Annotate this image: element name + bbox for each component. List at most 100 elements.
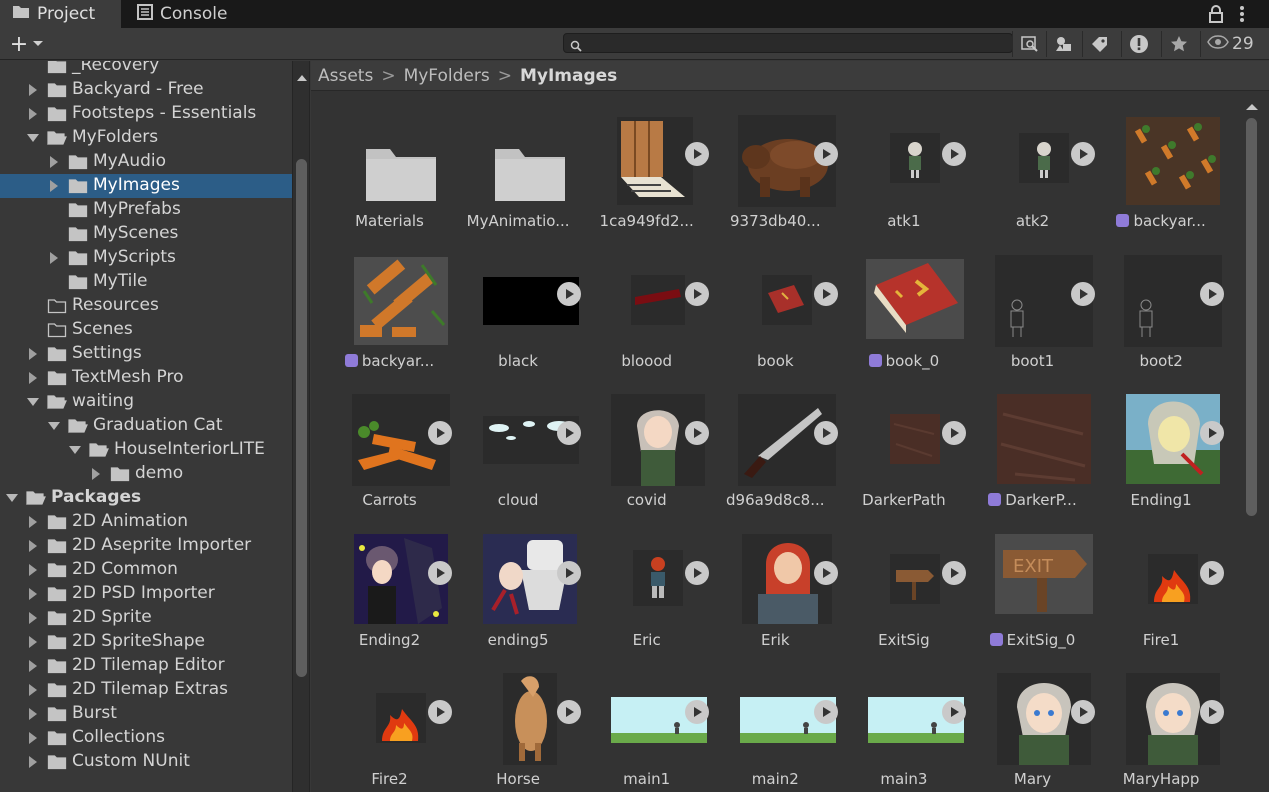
tree-item-packages[interactable]: Packages	[0, 486, 292, 510]
expand-sprites-play-icon[interactable]	[685, 560, 710, 585]
tree-item-backyard-free[interactable]: Backyard - Free	[0, 78, 292, 102]
expand-sprites-play-icon[interactable]	[1199, 560, 1224, 585]
tree-item-2d-spriteshape[interactable]: 2D SpriteShape	[0, 630, 292, 654]
filter-by-label-icon[interactable]	[1082, 31, 1116, 57]
scroll-up-arrow-icon[interactable]	[297, 67, 307, 86]
asset-tile[interactable]: Carrots	[325, 376, 454, 515]
asset-tile[interactable]: Fire2	[325, 655, 454, 792]
favorite-star-icon[interactable]	[1161, 31, 1195, 57]
expand-sprites-play-icon[interactable]	[428, 560, 452, 585]
tree-item-collections[interactable]: Collections	[0, 726, 292, 750]
collapsed-arrow-icon[interactable]	[27, 636, 39, 648]
collapsed-arrow-icon[interactable]	[27, 732, 39, 744]
expand-sprites-play-icon[interactable]	[813, 281, 838, 306]
asset-tile[interactable]: Ending2	[325, 516, 454, 655]
asset-tile[interactable]: ending5	[454, 516, 583, 655]
asset-tile[interactable]: EXIT ExitSig_0	[968, 516, 1097, 655]
collapsed-arrow-icon[interactable]	[48, 180, 60, 192]
asset-tile[interactable]: DarkerP...	[968, 376, 1097, 515]
breadcrumb-myfolders[interactable]: MyFolders	[404, 66, 490, 86]
collapsed-arrow-icon[interactable]	[27, 660, 39, 672]
asset-tile[interactable]: Mary	[968, 655, 1097, 792]
collapsed-arrow-icon[interactable]	[27, 348, 39, 360]
asset-tile[interactable]: Horse	[454, 655, 583, 792]
tree-item-scenes[interactable]: Scenes	[0, 318, 292, 342]
tree-item-2d-animation[interactable]: 2D Animation	[0, 510, 292, 534]
scrollbar-thumb[interactable]	[1246, 118, 1257, 516]
expand-sprites-play-icon[interactable]	[685, 281, 710, 306]
collapsed-arrow-icon[interactable]	[27, 684, 39, 696]
more-options-icon[interactable]	[1232, 3, 1252, 25]
expand-sprites-play-icon[interactable]	[685, 142, 710, 166]
expand-sprites-play-icon[interactable]	[556, 700, 581, 725]
tree-item-myscenes[interactable]: MyScenes	[0, 222, 292, 246]
folder-tree-scrollbar[interactable]	[292, 61, 310, 792]
asset-tile[interactable]: main3	[839, 655, 968, 792]
asset-tile[interactable]: Fire1	[1097, 516, 1226, 655]
tree-item-2d-common[interactable]: 2D Common	[0, 558, 292, 582]
asset-tile[interactable]: main1	[582, 655, 711, 792]
asset-tile[interactable]: book	[711, 237, 840, 376]
collapsed-arrow-icon[interactable]	[48, 156, 60, 168]
asset-tile[interactable]: cloud	[454, 376, 583, 515]
asset-tile[interactable]: atk2	[968, 97, 1097, 236]
collapsed-arrow-icon[interactable]	[27, 588, 39, 600]
tree-item-2d-psd-importer[interactable]: 2D PSD Importer	[0, 582, 292, 606]
asset-tile[interactable]: covid	[582, 376, 711, 515]
asset-tile[interactable]: black	[454, 237, 583, 376]
expanded-arrow-icon[interactable]	[48, 420, 60, 432]
tree-item-houseinteriorlite[interactable]: HouseInteriorLITE	[0, 438, 292, 462]
tree-item-2d-sprite[interactable]: 2D Sprite	[0, 606, 292, 630]
collapsed-arrow-icon[interactable]	[90, 468, 102, 480]
tree-item-recovery[interactable]: _Recovery	[0, 61, 292, 78]
asset-tile[interactable]: book_0	[839, 237, 968, 376]
lock-icon[interactable]	[1206, 3, 1226, 25]
expand-sprites-play-icon[interactable]	[556, 560, 581, 585]
tree-item-myaudio[interactable]: MyAudio	[0, 150, 292, 174]
scroll-up-arrow-icon[interactable]	[1246, 96, 1258, 115]
asset-tile[interactable]: Erik	[711, 516, 840, 655]
tree-item-custom-nunit[interactable]: Custom NUnit	[0, 750, 292, 774]
asset-tile[interactable]: atk1	[839, 97, 968, 236]
expanded-arrow-icon[interactable]	[69, 444, 81, 456]
tab-console[interactable]: Console	[127, 0, 277, 28]
asset-tile[interactable]: 1ca949fd2...	[582, 97, 711, 236]
expand-sprites-play-icon[interactable]	[1199, 281, 1224, 306]
asset-tile[interactable]: d96a9d8c8...	[711, 376, 840, 515]
asset-tile[interactable]: main2	[711, 655, 840, 792]
tree-item-myscripts[interactable]: MyScripts	[0, 246, 292, 270]
expand-sprites-play-icon[interactable]	[1199, 700, 1224, 725]
expand-sprites-play-icon[interactable]	[1199, 421, 1224, 446]
collapsed-arrow-icon[interactable]	[27, 708, 39, 720]
collapsed-arrow-icon[interactable]	[48, 252, 60, 264]
tree-item-mytile[interactable]: MyTile	[0, 270, 292, 294]
hidden-packages-toggle[interactable]: 29	[1200, 31, 1254, 57]
collapsed-arrow-icon[interactable]	[27, 372, 39, 384]
tree-item-myfolders[interactable]: MyFolders	[0, 126, 292, 150]
expanded-arrow-icon[interactable]	[27, 396, 39, 408]
warning-icon[interactable]	[1121, 31, 1155, 57]
collapsed-arrow-icon[interactable]	[27, 540, 39, 552]
tree-item-waiting[interactable]: waiting	[0, 390, 292, 414]
asset-tile[interactable]: Ending1	[1097, 376, 1226, 515]
tab-project[interactable]: Project	[0, 0, 121, 28]
tree-item-myprefabs[interactable]: MyPrefabs	[0, 198, 292, 222]
expanded-arrow-icon[interactable]	[6, 492, 18, 504]
asset-tile[interactable]: boot1	[968, 237, 1097, 376]
asset-tile[interactable]: MyAnimatio...	[454, 97, 583, 236]
asset-tile[interactable]: DarkerPath	[839, 376, 968, 515]
asset-tile[interactable]: Materials	[325, 97, 454, 236]
search-input[interactable]	[563, 33, 1013, 53]
asset-tile[interactable]: backyar...	[325, 237, 454, 376]
asset-tile[interactable]: boot2	[1097, 237, 1226, 376]
collapsed-arrow-icon[interactable]	[27, 84, 39, 96]
asset-tile[interactable]: bloood	[582, 237, 711, 376]
collapsed-arrow-icon[interactable]	[27, 612, 39, 624]
tree-item-textmesh-pro[interactable]: TextMesh Pro	[0, 366, 292, 390]
expand-sprites-play-icon[interactable]	[1071, 281, 1095, 306]
tree-item-resources[interactable]: Resources	[0, 294, 292, 318]
expanded-arrow-icon[interactable]	[27, 132, 39, 144]
expand-sprites-play-icon[interactable]	[556, 421, 581, 446]
tree-item-2d-aseprite-importer[interactable]: 2D Aseprite Importer	[0, 534, 292, 558]
expand-sprites-play-icon[interactable]	[813, 142, 838, 166]
